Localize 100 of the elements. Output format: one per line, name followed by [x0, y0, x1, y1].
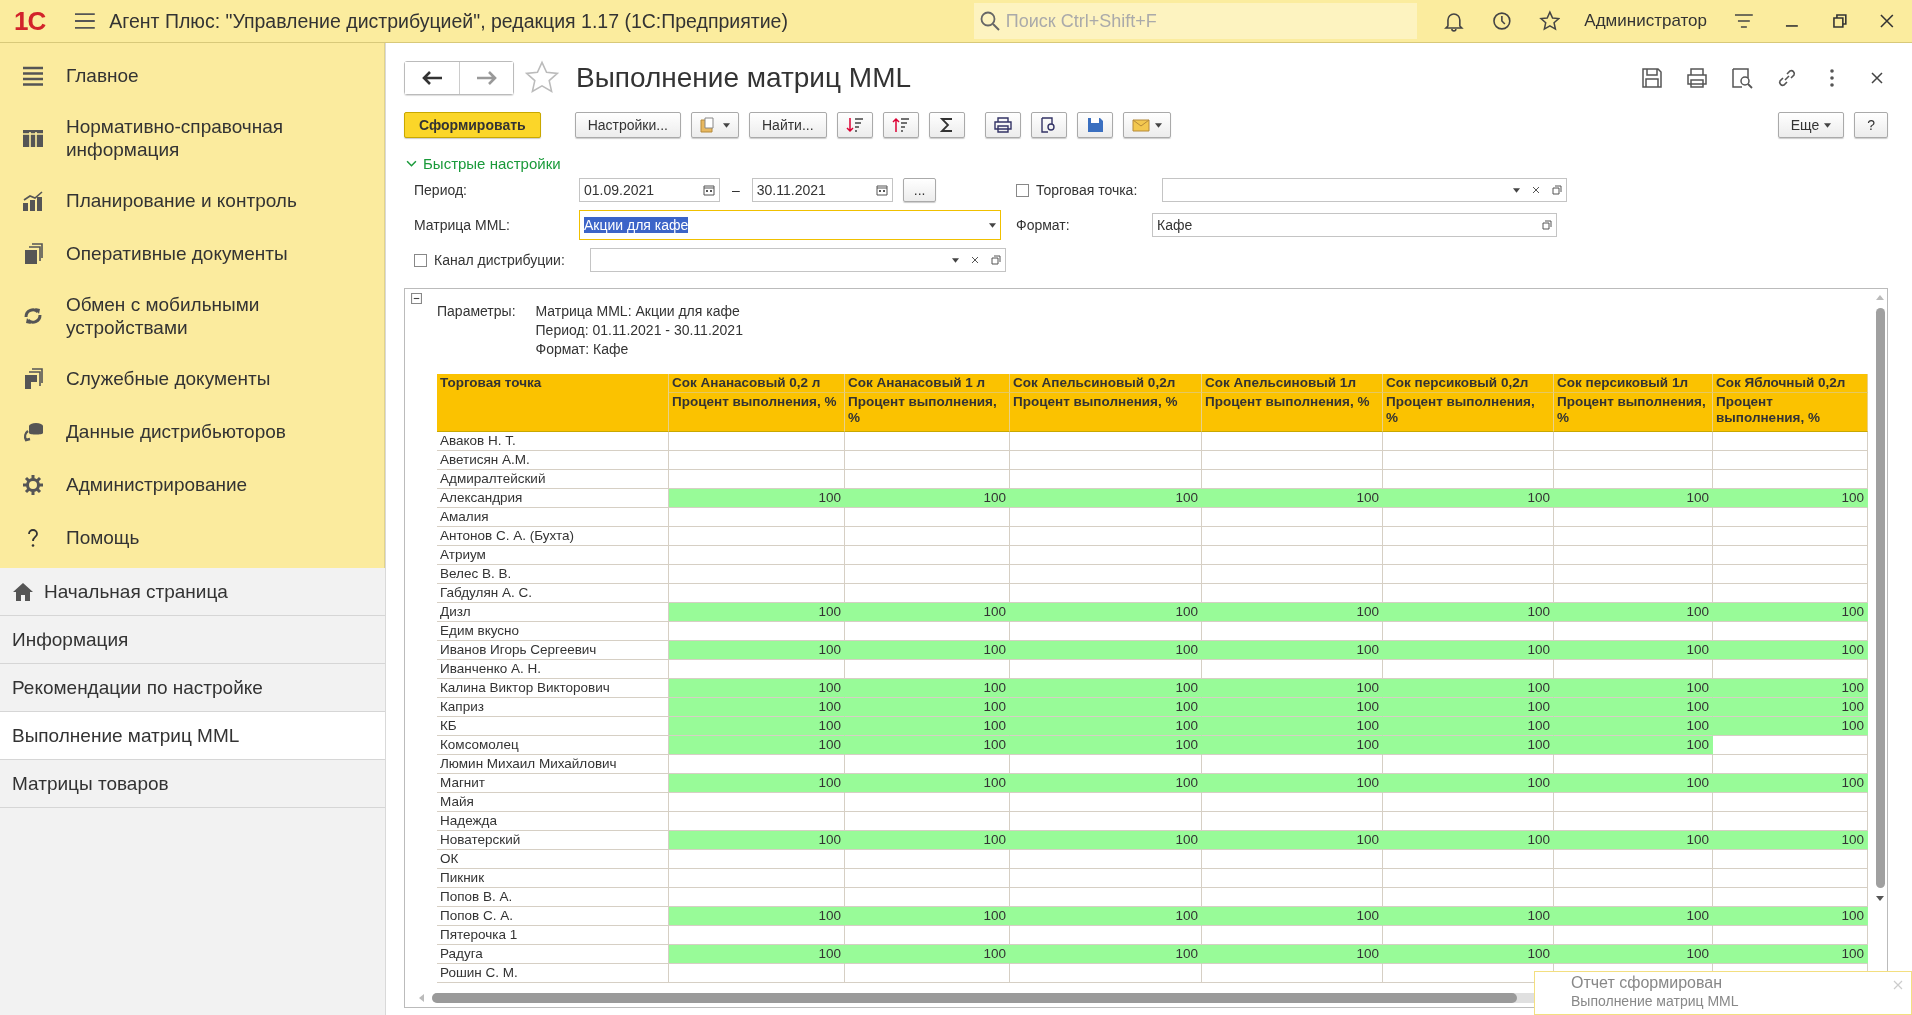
table-cell: 100 [1713, 907, 1868, 926]
field-label: Торговая точка: [1036, 182, 1139, 198]
section-item[interactable]: Нормативно-справочная информация [0, 102, 384, 174]
table-cell: 100 [669, 489, 845, 508]
table-cell: 100 [1383, 698, 1554, 717]
table-cell: 100 [1010, 831, 1202, 850]
open-page-tab[interactable]: Информация [0, 616, 385, 664]
table-cell: 100 [845, 698, 1010, 717]
table-cell: 100 [1202, 489, 1383, 508]
table-cell: 100 [1383, 603, 1554, 622]
table-cell: Едим вкусно [437, 622, 669, 641]
search-input[interactable]: Поиск Ctrl+Shift+F [1003, 9, 1412, 33]
table-cell: Иванченко А. Н. [437, 660, 669, 679]
help-button[interactable]: ? [1854, 112, 1888, 138]
section-item[interactable]: Помощь [0, 511, 384, 564]
section-item[interactable]: Обмен с мобильными устройствами [0, 280, 384, 352]
table-cell: 100 [1010, 603, 1202, 622]
quick-settings-toggle[interactable]: Быстрые настройки [406, 155, 561, 172]
table-cell: 100 [669, 698, 845, 717]
table-cell: 100 [669, 831, 845, 850]
more-button[interactable]: Еще [1777, 112, 1845, 138]
table-cell: ОК [437, 850, 669, 869]
table-cell: 100 [1010, 774, 1202, 793]
section-item[interactable]: Планирование и контроль [0, 174, 384, 227]
column-header: Сок Апельсиновый 0,2л [1010, 374, 1202, 393]
table-cell: 100 [845, 717, 1010, 736]
section-item[interactable]: Главное [0, 49, 384, 102]
open-page-tab[interactable]: Матрицы товаров [0, 760, 385, 808]
find-button[interactable]: Найти... [749, 112, 827, 138]
table-cell: 100 [1554, 945, 1713, 964]
matrix-field[interactable]: Акции для кафе [579, 210, 1001, 240]
table-cell: 100 [1010, 489, 1202, 508]
generate-button[interactable]: Сформировать [404, 112, 541, 138]
choose-period-button[interactable]: ... [902, 178, 937, 202]
field-label: Матрица MML: [414, 217, 511, 233]
table-cell: Пикник [437, 869, 669, 888]
table-cell: Новатерский [437, 831, 669, 850]
open-page-tab[interactable]: Начальная страница [0, 568, 385, 616]
table-cell: Калина Виктор Викторович [437, 679, 669, 698]
date-field[interactable]: 01.09.2021 [579, 178, 720, 202]
range-dash: – [732, 182, 740, 198]
table-cell: 100 [1383, 641, 1554, 660]
table-cell: 100 [1713, 945, 1868, 964]
table-cell: 100 [1554, 641, 1713, 660]
table-cell: Попов С. А. [437, 907, 669, 926]
notification-text[interactable]: Выполнение матриц MML [1571, 993, 1739, 1009]
table-cell: 100 [1383, 774, 1554, 793]
table-cell: 100 [1713, 698, 1868, 717]
table-cell: Рошин С. М. [437, 964, 669, 983]
form-title: Выполнение матриц MML [576, 62, 913, 94]
section-item[interactable]: Администрирование [0, 458, 384, 511]
settings-button[interactable]: Настройки... [574, 112, 681, 138]
table-cell: 100 [669, 736, 845, 755]
table-cell: 100 [1383, 489, 1554, 508]
table-cell: 100 [1713, 831, 1868, 850]
table-cell: Попов В. А. [437, 888, 669, 907]
table-cell: 100 [669, 679, 845, 698]
table-cell: 100 [845, 603, 1010, 622]
column-header: Процент выполнения, % [1383, 393, 1554, 432]
table-cell: 100 [1554, 736, 1713, 755]
format-field[interactable]: Кафе [1152, 213, 1557, 237]
section-item[interactable]: Данные дистрибьюторов [0, 405, 384, 458]
user-name[interactable]: Администратор [1584, 11, 1707, 31]
table-cell: 100 [1202, 945, 1383, 964]
table-cell: 100 [1383, 907, 1554, 926]
table-cell: 100 [845, 489, 1010, 508]
table-cell: Дизл [437, 603, 669, 622]
table-cell: 100 [845, 945, 1010, 964]
table-cell: 100 [1554, 698, 1713, 717]
table-cell: 100 [845, 907, 1010, 926]
parameter-text: Формат: Кафе [535, 341, 630, 357]
table-cell: Пятерочка 1 [437, 926, 669, 945]
logo: 1С [14, 5, 47, 37]
table-cell: 100 [845, 736, 1010, 755]
table-cell: 100 [1202, 736, 1383, 755]
table-cell: 100 [1383, 717, 1554, 736]
column-header: Сок Ананасовый 0,2 л [669, 374, 845, 393]
table-cell: 100 [1713, 603, 1868, 622]
table-cell: 100 [669, 603, 845, 622]
table-cell: Комсомолец [437, 736, 669, 755]
search-field[interactable]: Поиск Ctrl+Shift+F [973, 3, 1418, 39]
section-item[interactable]: Служебные документы [0, 352, 384, 405]
table-cell: 100 [1202, 831, 1383, 850]
table-cell: Каприз [437, 698, 669, 717]
table-cell: 100 [1554, 907, 1713, 926]
table-cell: 100 [1713, 774, 1868, 793]
column-header: Сок персиковый 1л [1554, 374, 1713, 393]
table-cell: 100 [1010, 717, 1202, 736]
date-field[interactable]: 30.11.2021 [751, 178, 893, 202]
table-cell: Амалия [437, 508, 669, 527]
table-cell: 100 [845, 774, 1010, 793]
table-cell: 100 [1554, 679, 1713, 698]
table-cell: 100 [1713, 489, 1868, 508]
section-item[interactable]: Оперативные документы [0, 227, 384, 280]
table-cell: 100 [1202, 603, 1383, 622]
field-label: Период: [414, 182, 468, 198]
open-page-tab[interactable]: Выполнение матриц MML [0, 712, 385, 760]
table-cell: 100 [845, 641, 1010, 660]
column-header: Процент выполнения, % [1713, 393, 1868, 432]
table-cell: 100 [669, 641, 845, 660]
